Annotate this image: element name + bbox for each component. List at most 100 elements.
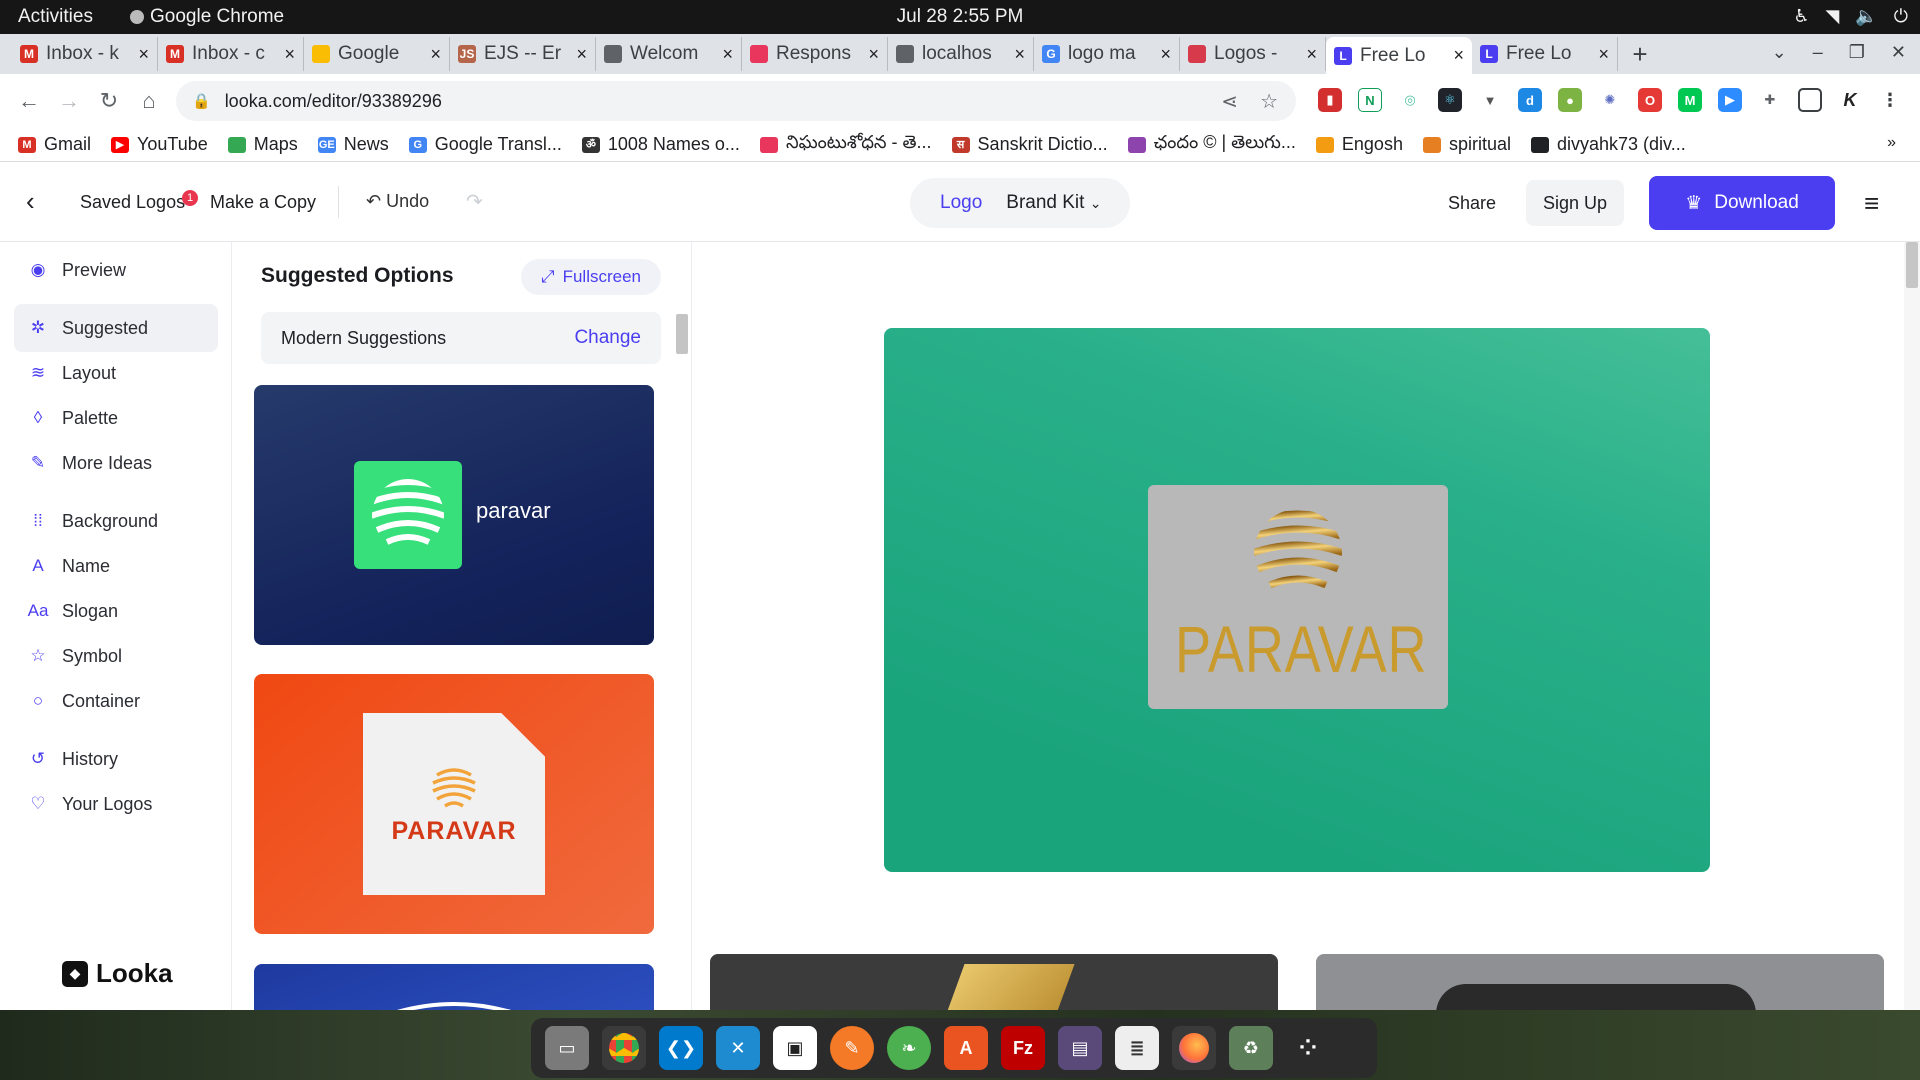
restore-icon[interactable]: ❐ <box>1849 42 1865 63</box>
trash-icon[interactable]: ♻ <box>1229 1026 1273 1070</box>
browser-tab[interactable]: Glogo ma × <box>1034 37 1180 71</box>
kebab-menu-icon[interactable]: ⋮ <box>1878 88 1902 112</box>
share-button[interactable]: Share <box>1448 193 1496 214</box>
bookmark-item[interactable]: నిఘంటుశోధన - తె... <box>759 132 932 157</box>
browser-tab[interactable]: Respons × <box>742 37 888 71</box>
browser-tab[interactable]: M Inbox - c × <box>158 37 304 71</box>
bookmark-item[interactable]: G Google Transl... <box>408 134 562 155</box>
browser-tab[interactable]: L Free Lo × <box>1472 37 1618 71</box>
chrome-icon[interactable] <box>602 1026 646 1070</box>
app-icon[interactable]: ✎ <box>830 1026 874 1070</box>
sidebar-item-your-logos[interactable]: ♡ Your Logos <box>14 780 218 828</box>
sidebar-item-name[interactable]: A Name <box>14 542 218 590</box>
make-copy-button[interactable]: Make a Copy <box>210 192 316 213</box>
tab-brand-kit[interactable]: Brand Kit ⌄ <box>1006 192 1101 214</box>
extension-icon[interactable]: O <box>1638 88 1662 112</box>
close-tab-icon[interactable]: × <box>1306 44 1317 65</box>
new-tab-icon[interactable]: + <box>1618 37 1662 71</box>
app-icon[interactable]: ❧ <box>887 1026 931 1070</box>
looka-logo[interactable]: ◆ Looka <box>62 958 173 989</box>
close-tab-icon[interactable]: × <box>868 44 879 65</box>
filezilla-icon[interactable]: Fz <box>1001 1026 1045 1070</box>
bookmark-item[interactable]: spiritual <box>1422 134 1511 155</box>
mockup-preview[interactable] <box>1316 954 1884 1010</box>
app-icon[interactable]: ✕ <box>716 1026 760 1070</box>
sidebar-item-palette[interactable]: ◊ Palette <box>14 394 218 442</box>
page-scrollbar[interactable] <box>1904 242 1920 1010</box>
close-tab-icon[interactable]: × <box>722 44 733 65</box>
bookmark-item[interactable]: ఛందం © | తెలుగు... <box>1127 132 1296 157</box>
sign-up-button[interactable]: Sign Up <box>1526 180 1624 226</box>
sidebar-item-slogan[interactable]: Aa Slogan <box>14 587 218 635</box>
extension-icon[interactable]: N <box>1358 88 1382 112</box>
close-tab-icon[interactable]: × <box>1014 44 1025 65</box>
firefox-icon[interactable] <box>1172 1026 1216 1070</box>
extension-icon[interactable]: ● <box>1558 88 1582 112</box>
extension-icon[interactable]: d <box>1518 88 1542 112</box>
reload-icon[interactable]: ↻ <box>92 84 126 118</box>
browser-tab[interactable]: M Inbox - k × <box>12 37 158 71</box>
browser-tab[interactable]: Welcom × <box>596 37 742 71</box>
browser-tab[interactable]: Logos - × <box>1180 37 1326 71</box>
browser-tab[interactable]: localhos × <box>888 37 1034 71</box>
suggestion-card[interactable]: paravar <box>254 385 654 645</box>
vscode-icon[interactable]: ❮❯ <box>659 1026 703 1070</box>
close-tab-icon[interactable]: × <box>1598 44 1609 65</box>
saved-logos-button[interactable]: Saved Logos <box>80 192 185 213</box>
browser-tab[interactable]: Google × <box>304 37 450 71</box>
home-icon[interactable]: ⌂ <box>132 84 166 118</box>
accessibility-icon[interactable]: ♿ <box>1793 6 1809 27</box>
close-tab-icon[interactable]: × <box>1160 44 1171 65</box>
video-icon[interactable]: ▤ <box>1058 1026 1102 1070</box>
sidebar-item-layout[interactable]: ≋ Layout <box>14 349 218 397</box>
sidebar-item-symbol[interactable]: ☆ Symbol <box>14 632 218 680</box>
extension-icon[interactable]: ▮ <box>1318 88 1342 112</box>
browser-tab[interactable]: L Free Lo × <box>1326 37 1472 74</box>
share-page-icon[interactable]: ⋖ <box>1221 89 1238 114</box>
suggestion-card[interactable] <box>254 964 654 1010</box>
forward-arrow-icon[interactable]: → <box>52 84 86 118</box>
bookmark-item[interactable]: स Sanskrit Dictio... <box>951 134 1108 155</box>
bookmark-star-icon[interactable]: ☆ <box>1260 89 1278 114</box>
scrollbar-thumb[interactable] <box>1906 242 1918 288</box>
software-center-icon[interactable]: A <box>944 1026 988 1070</box>
activities-button[interactable]: Activities <box>18 6 93 28</box>
files-icon[interactable]: ▭ <box>545 1026 589 1070</box>
change-style-button[interactable]: Change <box>574 327 641 349</box>
close-tab-icon[interactable]: × <box>430 44 441 65</box>
bookmark-item[interactable]: Maps <box>227 134 298 155</box>
tab-logo[interactable]: Logo <box>940 192 982 214</box>
close-tab-icon[interactable]: × <box>138 44 149 65</box>
sidebar-item-history[interactable]: ↺ History <box>14 735 218 783</box>
back-chevron-icon[interactable]: ‹ <box>26 186 35 217</box>
extension-icon[interactable]: ✺ <box>1598 88 1622 112</box>
minimize-icon[interactable]: – <box>1813 42 1823 63</box>
extension-icon[interactable]: M <box>1678 88 1702 112</box>
address-bar[interactable]: 🔒 looka.com/editor/93389296 ⋖ ☆ <box>176 81 1296 121</box>
extension-icon[interactable]: ▶ <box>1718 88 1742 112</box>
extension-icon[interactable]: ⚛ <box>1438 88 1462 112</box>
suggestion-card[interactable]: PARAVAR <box>254 674 654 934</box>
lock-icon[interactable]: 🔒 <box>192 92 211 110</box>
close-tab-icon[interactable]: × <box>576 44 587 65</box>
browser-tab[interactable]: JS EJS -- Er × <box>450 37 596 71</box>
more-bookmarks-icon[interactable]: » <box>1887 134 1896 152</box>
bookmark-item[interactable]: Engosh <box>1315 134 1403 155</box>
sidebar-item-background[interactable]: ⁞⁞ Background <box>14 497 218 545</box>
tab-search-icon[interactable]: ⌄ <box>1772 42 1787 63</box>
bookmark-item[interactable]: M Gmail <box>18 134 91 155</box>
close-tab-icon[interactable]: × <box>1453 45 1464 66</box>
hamburger-menu-icon[interactable]: ≡ <box>1864 188 1879 219</box>
bookmark-item[interactable]: ॐ 1008 Names o... <box>581 134 740 155</box>
clock[interactable]: Jul 28 2:55 PM <box>897 6 1024 27</box>
bookmark-item[interactable]: divyahk73 (div... <box>1531 134 1686 155</box>
logo-preview-card[interactable]: PARAVAR <box>884 328 1710 872</box>
bookmark-item[interactable]: GE News <box>317 134 389 155</box>
sidebar-item-container[interactable]: ○ Container <box>14 677 218 725</box>
url-text[interactable]: looka.com/editor/93389296 <box>225 91 442 112</box>
panel-scrollbar[interactable] <box>676 314 688 354</box>
active-app-menu[interactable]: Google Chrome <box>130 6 284 28</box>
sidebar-item-suggested[interactable]: ✲ Suggested <box>14 304 218 352</box>
mockup-preview[interactable] <box>710 954 1278 1010</box>
bookmark-item[interactable]: ▶ YouTube <box>111 134 208 155</box>
